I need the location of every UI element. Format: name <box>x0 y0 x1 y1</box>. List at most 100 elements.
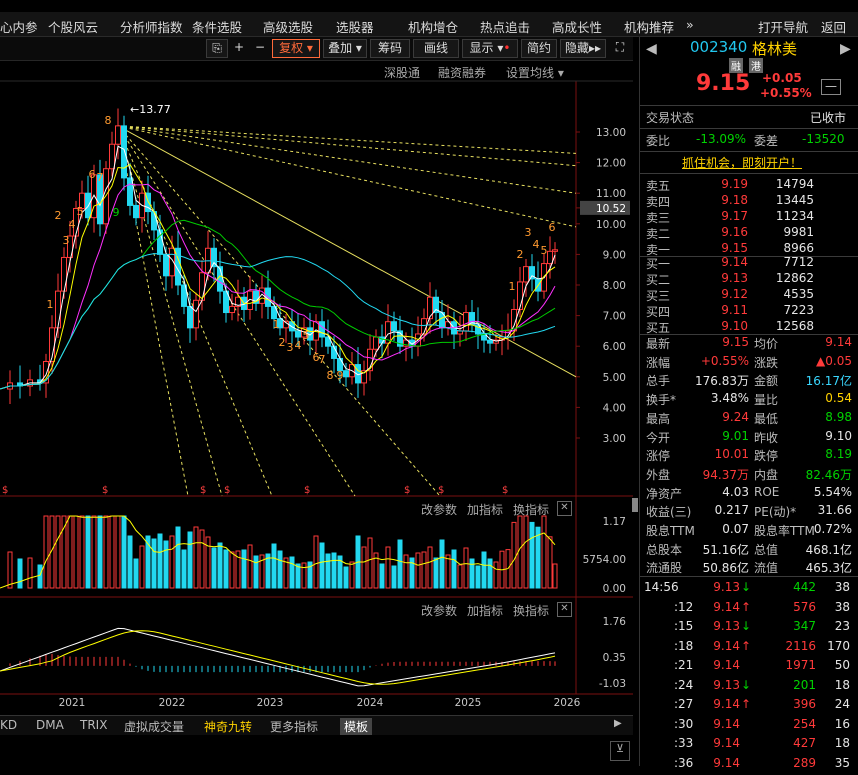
ask-volume: 11234 <box>775 209 814 223</box>
vol-add-button[interactable]: 加指标 <box>467 501 503 518</box>
macd-switch-button[interactable]: 换指标 <box>513 602 549 619</box>
tick-row[interactable]: :33 9.14 427 18 <box>640 736 858 755</box>
hide-button[interactable]: 隐藏▸▸ <box>560 39 606 58</box>
collapse-icon[interactable]: ⊻ <box>610 741 630 761</box>
stat-row[interactable]: 最新 9.15 均价 9.14 <box>640 335 858 354</box>
brief-button[interactable]: 简约 <box>521 39 557 58</box>
bid-level-label: 买三 <box>646 289 671 303</box>
nav-item[interactable]: 分析师指数 <box>120 17 183 36</box>
ma-settings-dropdown[interactable]: 设置均线 ▾ <box>506 64 564 81</box>
gann-fan-line <box>117 125 577 167</box>
tick-row[interactable]: :27 9.14 ↑ 396 24 <box>640 697 858 716</box>
stat-row[interactable]: 最高 9.24 最低 8.98 <box>640 410 858 429</box>
chips-button[interactable]: 筹码 <box>370 39 410 58</box>
price-axis-label: 10.52 <box>596 203 626 215</box>
tab-template[interactable]: 模板 <box>340 718 373 735</box>
nav-item[interactable]: 选股器 <box>336 17 374 36</box>
tab-dma[interactable]: DMA <box>36 718 64 732</box>
nav-item[interactable]: 机构增仓 <box>408 17 458 36</box>
stat-value: 9.01 <box>722 428 749 443</box>
stat-row[interactable]: 涨停 10.01 跌停 8.19 <box>640 447 858 466</box>
nav-item[interactable]: 机构推荐 <box>624 17 674 36</box>
tick-row[interactable]: :18 9.14 ↑ 2116 170 <box>640 639 858 658</box>
fullscreen-icon[interactable]: ⛶ <box>609 39 631 58</box>
stat-row[interactable]: 总股本 51.16亿 总值 468.1亿 <box>640 541 858 560</box>
stat-row[interactable]: 涨幅 +0.55% 涨跌 ▲0.05 <box>640 354 858 373</box>
nav-item[interactable]: 热点追击 <box>480 17 530 36</box>
stat-row[interactable]: 外盘 94.37万 内盘 82.46万 <box>640 466 858 485</box>
tick-row[interactable]: :24 9.13 ↓ 201 18 <box>640 678 858 697</box>
volume-bar <box>469 558 475 589</box>
lock-icon[interactable]: ⎘ <box>206 39 228 58</box>
restore-dropdown[interactable]: 复权 ▾ <box>272 39 320 58</box>
volume-bar <box>67 515 73 589</box>
tab-kd[interactable]: KD <box>0 718 17 732</box>
stat-row[interactable]: 股息TTM 0.07 股息率TTM 0.72% <box>640 522 858 541</box>
open-nav-button[interactable]: 打开导航 <box>758 17 808 36</box>
prev-stock-icon[interactable]: ◀ <box>646 41 657 57</box>
minimize-icon[interactable]: — <box>821 79 841 95</box>
nine-turn-marker: 8 <box>327 369 334 382</box>
nav-item[interactable]: 高级选股 <box>263 17 313 36</box>
volume-bar <box>175 526 181 589</box>
macd-close-icon[interactable]: ✕ <box>557 602 572 617</box>
bid-price: 9.11 <box>721 303 748 317</box>
tab-more-indicators[interactable]: 更多指标 <box>270 718 318 735</box>
candle-body <box>163 253 169 277</box>
vol-params-button[interactable]: 改参数 <box>421 501 457 518</box>
nine-turn-marker: 1 <box>273 318 280 331</box>
scroll-right-icon[interactable]: ▶ <box>614 718 622 729</box>
tick-price: 9.14 <box>713 736 740 750</box>
candle-body <box>373 336 379 350</box>
stat-row[interactable]: 净资产 4.03 ROE 5.54% <box>640 485 858 504</box>
display-dropdown[interactable]: 显示 ▾• <box>462 39 518 58</box>
tick-row[interactable]: :21 9.14 1971 50 <box>640 658 858 677</box>
tab-virtual-volume[interactable]: 虚拟成交量 <box>124 718 184 735</box>
volume-bar <box>343 566 349 589</box>
tick-row[interactable]: 14:56 9.13 ↓ 442 38 <box>640 580 858 599</box>
tick-row[interactable]: :36 9.14 289 35 <box>640 756 858 775</box>
nav-item[interactable]: 条件选股 <box>192 17 242 36</box>
tab-magic-nine[interactable]: 神奇九转 <box>204 718 252 735</box>
tick-volume: 347 <box>793 619 816 633</box>
stat-label: 总值 <box>754 542 779 557</box>
vol-switch-button[interactable]: 换指标 <box>513 501 549 518</box>
nine-turn-marker: 8 <box>105 114 112 127</box>
year-label: 2024 <box>357 697 384 709</box>
stat-row[interactable]: 换手* 3.48% 量比 0.54 <box>640 391 858 410</box>
tick-row[interactable]: :12 9.14 ↑ 576 38 <box>640 600 858 619</box>
nav-item[interactable]: 心内参 <box>0 17 38 36</box>
volume-bar <box>523 515 529 589</box>
volume-bar <box>457 564 463 589</box>
stat-value: 4.03 <box>722 484 749 499</box>
nav-item[interactable]: 个股风云 <box>48 17 98 36</box>
deep-connect-button[interactable]: 深股通 <box>384 64 420 81</box>
stat-row[interactable]: 总手 176.83万 金额 16.17亿 <box>640 372 858 391</box>
overlay-dropdown[interactable]: 叠加 ▾ <box>323 39 367 58</box>
nav-more-icon[interactable]: » <box>686 17 694 32</box>
gann-fan-line <box>117 125 577 228</box>
stat-row[interactable]: 今开 9.01 昨收 9.10 <box>640 429 858 448</box>
splitter-handle[interactable] <box>632 498 638 512</box>
stat-row[interactable]: 收益(三) 0.217 PE(动)* 31.66 <box>640 503 858 522</box>
next-stock-icon[interactable]: ▶ <box>840 41 851 57</box>
volume-bar <box>85 515 91 589</box>
tab-trix[interactable]: TRIX <box>80 718 107 732</box>
tick-row[interactable]: :15 9.13 ↓ 347 23 <box>640 619 858 638</box>
tick-time: :21 <box>674 658 694 672</box>
price-axis-label: 5.00 <box>603 372 626 384</box>
open-account-link[interactable]: 抓住机会，即刻开户！ <box>682 154 802 171</box>
macd-params-button[interactable]: 改参数 <box>421 602 457 619</box>
tick-row[interactable]: :30 9.14 254 16 <box>640 717 858 736</box>
price-axis-label: 7.00 <box>603 311 626 323</box>
macd-add-button[interactable]: 加指标 <box>467 602 503 619</box>
tick-price: 9.14 <box>713 716 740 731</box>
zoom-in-icon[interactable]: + <box>230 39 248 58</box>
vol-close-icon[interactable]: ✕ <box>557 501 572 516</box>
draw-button[interactable]: 画线 <box>413 39 459 58</box>
margin-button[interactable]: 融资融券 <box>438 64 486 81</box>
kline-chart[interactable]: 13.0012.0011.0010.5210.009.008.007.006.0… <box>0 61 633 721</box>
nav-item[interactable]: 高成长性 <box>552 17 602 36</box>
back-button[interactable]: 返回 <box>821 17 846 36</box>
zoom-out-icon[interactable]: − <box>251 39 269 58</box>
